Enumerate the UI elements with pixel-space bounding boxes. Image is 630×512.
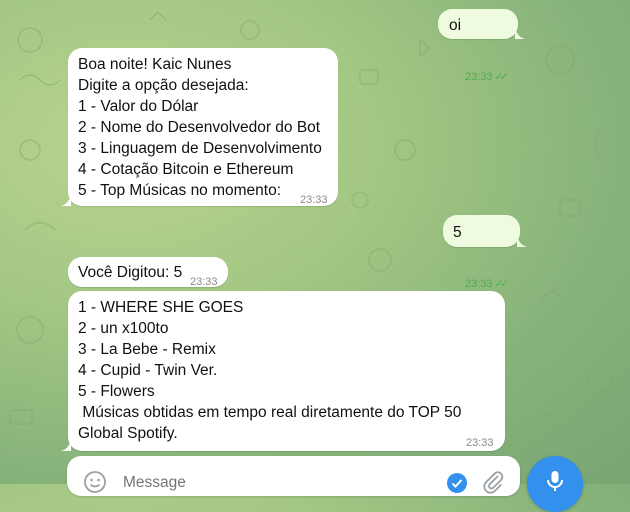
- bubble-tail: [515, 27, 525, 39]
- message-incoming-menu[interactable]: Boa noite! Kaic Nunes Digite a opção des…: [61, 48, 338, 206]
- message-time: 23:33: [190, 276, 218, 288]
- message-text: 1 - WHERE SHE GOES 2 - un x100to 3 - La …: [78, 299, 462, 442]
- message-text: Boa noite! Kaic Nunes Digite a opção des…: [78, 56, 322, 199]
- message-composer[interactable]: [67, 456, 520, 496]
- double-check-icon: ✓✓: [494, 278, 510, 290]
- emoji-icon[interactable]: [83, 470, 107, 494]
- microphone-icon: [547, 471, 563, 491]
- bubble-tail: [517, 235, 527, 247]
- message-input[interactable]: [121, 473, 395, 493]
- message-incoming-typed[interactable]: Você Digitou: 5 23:33: [68, 257, 228, 288]
- message-outgoing-oi[interactable]: oi 23:33 ✓✓: [438, 9, 525, 83]
- message-text: 5: [453, 224, 462, 241]
- bubble-tail: [61, 439, 71, 451]
- message-text: oi: [449, 17, 462, 34]
- message-time: 23:33: [300, 194, 328, 206]
- message-text: Você Digitou: 5: [78, 264, 183, 281]
- bubble-tail: [61, 194, 71, 206]
- message-incoming-top-songs[interactable]: 1 - WHERE SHE GOES 2 - un x100to 3 - La …: [61, 291, 505, 451]
- paperclip-icon[interactable]: [481, 470, 505, 494]
- message-time: 23:33: [466, 437, 494, 449]
- message-time: 23:33: [465, 278, 493, 290]
- double-check-icon: ✓✓: [494, 71, 510, 83]
- message-time: 23:33: [465, 71, 493, 83]
- message-outgoing-5[interactable]: 5 23:33 ✓✓: [443, 215, 527, 290]
- microphone-button[interactable]: [527, 456, 583, 512]
- check-badge-icon[interactable]: [446, 472, 468, 494]
